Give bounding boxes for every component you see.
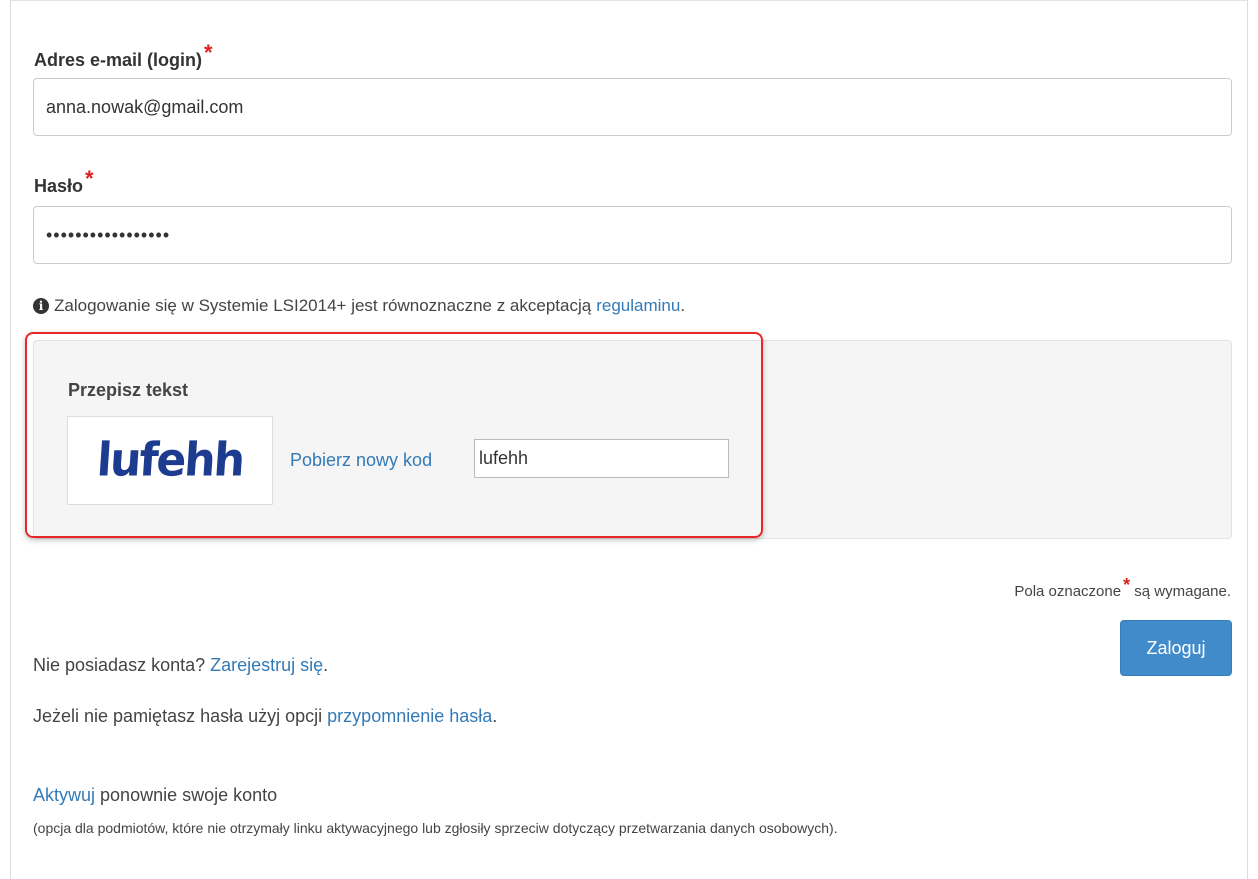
password-input[interactable] <box>33 206 1232 264</box>
terms-notice: i Zalogowanie się w Systemie LSI2014+ je… <box>33 296 685 316</box>
login-button[interactable]: Zaloguj <box>1120 620 1232 676</box>
password-label-text: Hasło <box>34 176 84 196</box>
required-note: Pola oznaczone * są wymagane. <box>1014 575 1231 601</box>
required-note-suffix: są wymagane. <box>1134 583 1231 600</box>
reminder-suffix: . <box>492 706 498 726</box>
password-required-mark: * <box>85 166 94 191</box>
required-note-mark: * <box>1123 575 1131 595</box>
register-line: Nie posiadasz konta? Zarejestruj się. <box>33 655 328 676</box>
new-code-link[interactable]: Pobierz nowy kod <box>290 450 432 471</box>
register-link[interactable]: Zarejestruj się <box>210 655 323 675</box>
login-page: Adres e-mail (login)* Hasło* i Zalogowan… <box>0 0 1258 879</box>
activate-line: Aktywuj ponownie swoje konto <box>33 785 277 806</box>
password-reminder-link[interactable]: przypomnienie hasła <box>327 706 492 726</box>
captcha-image: lufehh <box>67 416 273 505</box>
required-note-prefix: Pola oznaczone <box>1014 583 1122 600</box>
terms-link[interactable]: regulaminu <box>596 296 680 315</box>
activate-link[interactable]: Aktywuj <box>33 785 95 805</box>
activate-note: (opcja dla podmiotów, które nie otrzymał… <box>33 820 838 836</box>
password-label: Hasło* <box>34 166 94 198</box>
activate-text: ponownie swoje konto <box>100 785 278 805</box>
captcha-image-text: lufehh <box>95 433 245 488</box>
captcha-input[interactable] <box>474 439 729 478</box>
register-suffix: . <box>323 655 329 675</box>
reminder-text: Jeżeli nie pamiętasz hasła użyj opcji <box>33 706 323 726</box>
captcha-title: Przepisz tekst <box>68 380 189 400</box>
terms-suffix: . <box>680 296 686 315</box>
email-label-text: Adres e-mail (login) <box>34 50 203 70</box>
email-input[interactable] <box>33 78 1232 136</box>
register-text: Nie posiadasz konta? <box>33 655 206 675</box>
email-required-mark: * <box>204 40 213 65</box>
reminder-line: Jeżeli nie pamiętasz hasła użyj opcji pr… <box>33 706 497 727</box>
info-icon: i <box>33 298 49 314</box>
terms-text: Zalogowanie się w Systemie LSI2014+ jest… <box>54 296 592 315</box>
email-label: Adres e-mail (login)* <box>34 40 213 72</box>
